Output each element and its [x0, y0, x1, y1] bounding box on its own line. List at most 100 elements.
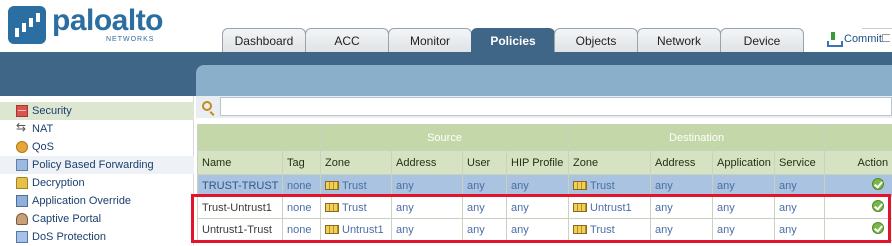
rule-hip-profile: any [507, 197, 569, 219]
group-header-empty [198, 125, 321, 151]
zone-icon [325, 203, 339, 212]
rule-name[interactable]: Trust-Untrust1 [198, 197, 283, 219]
rule-action [825, 197, 892, 219]
zone-icon [573, 203, 587, 212]
column-header-source-zone[interactable]: Zone [321, 151, 392, 175]
rule-source-address: any [392, 175, 463, 197]
paloalto-logo-icon [8, 6, 46, 44]
column-header-source-address[interactable]: Address [392, 151, 463, 175]
table-row[interactable]: Untrust1-Trust none Untrust1 any any any… [198, 219, 892, 241]
rule-destination-zone: Untrust1 [569, 197, 651, 219]
tab-dashboard[interactable]: Dashboard [222, 28, 306, 52]
sidebar-item-label: Security [32, 105, 72, 117]
header-edge-icon [882, 34, 890, 42]
column-header-hip-profile[interactable]: HIP Profile [507, 151, 569, 175]
rule-action [825, 175, 892, 197]
allow-check-icon [872, 178, 884, 190]
paloalto-logo: paloalto NETWORKS [8, 6, 158, 46]
sidebar-item-captive-portal[interactable]: Captive Portal [0, 210, 194, 228]
rule-hip-profile: any [507, 219, 569, 241]
column-group-row: Source Destination [198, 125, 892, 151]
tab-monitor[interactable]: Monitor [388, 28, 472, 52]
sidebar-item-label: Policy Based Forwarding [32, 159, 154, 171]
header-divider [862, 28, 892, 29]
column-header-destination-address[interactable]: Address [651, 151, 713, 175]
rule-service: any [775, 175, 825, 197]
rule-source-zone: Trust [321, 175, 392, 197]
rule-action [825, 219, 892, 241]
search-input[interactable] [220, 97, 892, 116]
rule-hip-profile: any [507, 175, 569, 197]
sidebar-item-decryption[interactable]: Decryption [0, 174, 194, 192]
rule-application: any [713, 197, 775, 219]
app-override-icon [16, 195, 28, 207]
decryption-icon [16, 177, 28, 189]
tab-policies[interactable]: Policies [471, 28, 555, 52]
search-icon[interactable] [202, 101, 212, 111]
zone-icon [573, 225, 587, 234]
sidebar-item-application-override[interactable]: Application Override [0, 192, 194, 210]
column-header-tag[interactable]: Tag [283, 151, 321, 175]
rule-service: any [775, 197, 825, 219]
rule-name[interactable]: TRUST-TRUST [198, 175, 283, 197]
rule-application: any [713, 175, 775, 197]
rule-tag: none [283, 197, 321, 219]
sidebar-item-label: Decryption [32, 177, 85, 189]
content-band-panel [196, 65, 892, 96]
commit-label: Commit [844, 33, 882, 45]
column-header-action[interactable]: Action [825, 151, 892, 175]
captive-portal-icon [16, 213, 28, 225]
sidebar-item-dos-protection[interactable]: DoS Protection [0, 228, 194, 246]
qos-icon [16, 141, 28, 153]
sidebar-item-nat[interactable]: NAT [0, 120, 194, 138]
table-row[interactable]: TRUST-TRUST none Trust any any any Trust… [198, 175, 892, 197]
nat-icon [16, 123, 28, 135]
rule-user: any [463, 219, 507, 241]
rule-tag: none [283, 175, 321, 197]
brand-name: paloalto [52, 4, 163, 38]
sidebar-item-label: DoS Protection [32, 231, 106, 243]
rule-application: any [713, 219, 775, 241]
zone-icon [325, 225, 339, 234]
dos-protection-icon [16, 231, 28, 243]
rule-destination-zone: Trust [569, 175, 651, 197]
policies-sidebar: Security NAT QoS Policy Based Forwarding… [0, 96, 194, 245]
rule-source-zone: Trust [321, 197, 392, 219]
sidebar-item-label: Captive Portal [32, 213, 101, 225]
group-header-empty [825, 125, 892, 151]
rule-destination-address: any [651, 197, 713, 219]
sidebar-item-security[interactable]: Security [0, 102, 194, 120]
allow-check-icon [872, 222, 884, 234]
main-tabs: Dashboard ACC Monitor Policies Objects N… [222, 28, 803, 52]
column-header-application[interactable]: Application [713, 151, 775, 175]
table-row[interactable]: Trust-Untrust1 none Trust any any any Un… [198, 197, 892, 219]
column-header-destination-zone[interactable]: Zone [569, 151, 651, 175]
zone-icon [573, 181, 587, 190]
rule-source-zone: Untrust1 [321, 219, 392, 241]
pbf-icon [16, 159, 28, 171]
sidebar-item-qos[interactable]: QoS [0, 138, 194, 156]
column-header-service[interactable]: Service [775, 151, 825, 175]
column-header-user[interactable]: User [463, 151, 507, 175]
commit-button[interactable]: Commit [826, 32, 882, 46]
rule-service: any [775, 219, 825, 241]
tab-objects[interactable]: Objects [554, 28, 638, 52]
rule-destination-address: any [651, 219, 713, 241]
sidebar-item-label: Application Override [32, 195, 131, 207]
tab-acc[interactable]: ACC [305, 28, 389, 52]
rule-user: any [463, 175, 507, 197]
column-header-name[interactable]: Name [198, 151, 283, 175]
column-header-row: Name Tag Zone Address User HIP Profile Z… [198, 151, 892, 175]
security-icon [16, 105, 28, 117]
commit-icon [826, 32, 840, 46]
brand-sub: NETWORKS [106, 36, 154, 43]
rule-source-address: any [392, 197, 463, 219]
rule-source-address: any [392, 219, 463, 241]
app-header: paloalto NETWORKS Dashboard ACC Monitor … [0, 0, 892, 52]
tab-network[interactable]: Network [637, 28, 721, 52]
sidebar-item-policy-based-forwarding[interactable]: Policy Based Forwarding [0, 156, 194, 174]
security-rules-table: Source Destination Name Tag Zone Address… [197, 124, 892, 241]
group-header-source: Source [321, 125, 569, 151]
tab-device[interactable]: Device [720, 28, 804, 52]
rule-name[interactable]: Untrust1-Trust [198, 219, 283, 241]
